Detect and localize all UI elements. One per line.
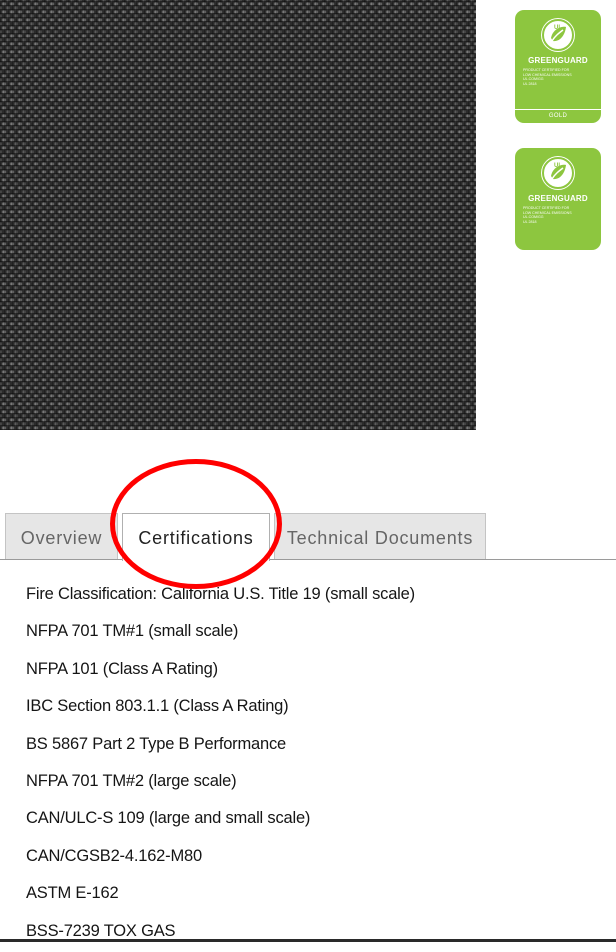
fabric-swatch-image	[0, 0, 476, 430]
ul-leaf-logo-icon: UL	[541, 156, 575, 190]
badge-brand: GREENGUARD	[528, 194, 588, 203]
list-item: CAN/ULC-S 109 (large and small scale)	[26, 809, 311, 828]
list-item: NFPA 101 (Class A Rating)	[26, 659, 218, 678]
tab-technical-documents[interactable]: Technical Documents	[274, 513, 486, 559]
list-item: Fire Classification: California U.S. Tit…	[26, 585, 415, 603]
greenguard-gold-badge: UL GREENGUARD PRODUCT CERTIFIED FOR LOW …	[515, 10, 601, 123]
greenguard-badge: UL GREENGUARD PRODUCT CERTIFIED FOR LOW …	[515, 148, 601, 250]
ul-mark: UL	[554, 163, 562, 169]
list-item: IBC Section 803.1.1 (Class A Rating)	[26, 697, 289, 716]
ul-mark: UL	[554, 25, 562, 31]
list-item: NFPA 701 TM#1 (small scale)	[26, 622, 239, 641]
list-item: BS 5867 Part 2 Type B Performance	[26, 734, 286, 753]
list-item: ASTM E-162	[26, 884, 119, 903]
badge-fine-print: PRODUCT CERTIFIED FOR LOW CHEMICAL EMISS…	[523, 206, 572, 224]
badge-fine-print: PRODUCT CERTIFIED FOR LOW CHEMICAL EMISS…	[523, 68, 572, 86]
list-item: BSS-7239 TOX GAS	[26, 921, 176, 940]
list-item: CAN/CGSB2-4.162-M80	[26, 846, 202, 865]
certifications-list: Fire Classification: California U.S. Tit…	[26, 578, 415, 952]
ul-leaf-logo-icon: UL	[541, 18, 575, 52]
badge-brand: GREENGUARD	[528, 56, 588, 65]
product-tabs: Overview Certifications Technical Docume…	[0, 513, 616, 561]
list-item: NFPA 701 TM#2 (large scale)	[26, 771, 237, 790]
tab-certifications[interactable]: Certifications	[122, 513, 270, 561]
tab-overview[interactable]: Overview	[5, 513, 118, 559]
badge-tier-label: GOLD	[515, 109, 601, 123]
